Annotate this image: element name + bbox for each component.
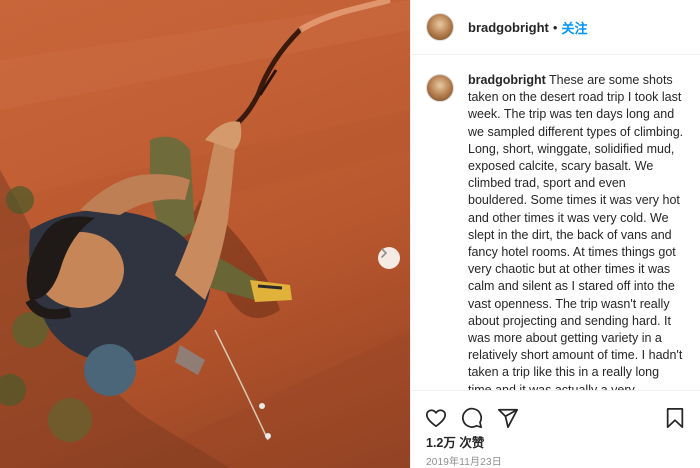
avatar[interactable] — [426, 13, 454, 41]
chevron-right-icon — [381, 248, 387, 258]
header-username[interactable]: bradgobright — [468, 20, 549, 35]
comment-icon — [462, 407, 483, 428]
comment-button[interactable] — [460, 406, 484, 430]
caption-avatar[interactable] — [426, 74, 454, 102]
action-bar — [411, 390, 700, 432]
save-button[interactable] — [663, 406, 687, 430]
caption-text: These are some shots taken on the desert… — [468, 73, 684, 390]
like-button[interactable] — [424, 406, 448, 430]
caption-row: bradgobright These are some shots taken … — [426, 72, 685, 390]
bookmark-icon — [666, 407, 684, 428]
post-date[interactable]: 2019年11月23日 — [426, 453, 502, 468]
follow-button[interactable]: 关注 — [561, 18, 587, 37]
caption: bradgobright These are some shots taken … — [468, 72, 685, 390]
share-button[interactable] — [496, 406, 520, 430]
carousel-next-button[interactable] — [378, 247, 400, 269]
header-separator: • — [552, 19, 558, 35]
post-photo — [0, 0, 410, 468]
climber-scene — [0, 0, 410, 468]
post-header: bradgobright • 关注 — [411, 0, 700, 55]
send-icon — [497, 408, 519, 428]
caption-username[interactable]: bradgobright — [468, 73, 546, 87]
caption-area[interactable]: bradgobright These are some shots taken … — [411, 56, 700, 390]
like-count[interactable]: 1.2万 次赞 — [426, 432, 484, 451]
heart-icon — [425, 408, 447, 427]
post-side-panel: bradgobright • 关注 bradgobright These are… — [410, 0, 700, 468]
